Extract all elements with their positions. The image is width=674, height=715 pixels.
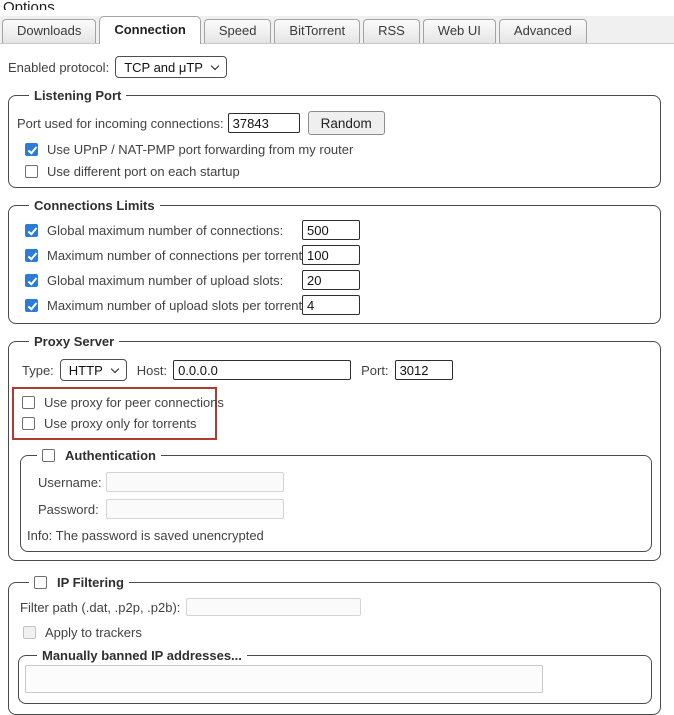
- banned-ips-textarea: [25, 665, 543, 693]
- proxy-config-row: Type: HTTP Host: Port:: [22, 359, 652, 381]
- tab-bar: Downloads Connection Speed BitTorrent RS…: [0, 16, 674, 44]
- listening-port-legend: Listening Port: [29, 88, 126, 103]
- proxy-server-section: Proxy Server Type: HTTP Host: Port: Use …: [8, 334, 661, 561]
- max-connections-per-torrent-row: Maximum number of connections per torren…: [25, 245, 652, 265]
- username-label: Username:: [38, 475, 100, 490]
- incoming-port-label: Port used for incoming connections:: [17, 116, 224, 131]
- upnp-label: Use UPnP / NAT-PMP port forwarding from …: [47, 142, 353, 157]
- enabled-protocol-label: Enabled protocol:: [8, 60, 109, 75]
- global-max-upload-slots-label: Global maximum number of upload slots:: [47, 273, 293, 288]
- global-max-connections-label: Global maximum number of connections:: [47, 223, 293, 238]
- incoming-port-input[interactable]: [228, 113, 300, 133]
- enabled-protocol-row: Enabled protocol: TCP and μTP: [8, 56, 666, 78]
- proxy-port-input[interactable]: [395, 360, 453, 380]
- chevron-down-icon: [111, 364, 119, 372]
- connections-limits-legend: Connections Limits: [29, 198, 160, 213]
- filter-path-row: Filter path (.dat, .p2p, .p2b):: [20, 598, 652, 616]
- tab-advanced[interactable]: Advanced: [499, 19, 587, 43]
- max-upload-slots-per-torrent-input[interactable]: [302, 295, 360, 315]
- tab-speed[interactable]: Speed: [204, 19, 272, 43]
- proxy-peer-connections-label: Use proxy for peer connections: [44, 395, 224, 410]
- upnp-checkbox[interactable]: [25, 143, 38, 156]
- connection-settings-panel: Enabled protocol: TCP and μTP Listening …: [0, 56, 674, 715]
- ip-filtering-legend: IP Filtering: [29, 575, 129, 590]
- global-max-upload-slots-row: Global maximum number of upload slots:: [25, 270, 652, 290]
- authentication-legend: Authentication: [37, 448, 161, 463]
- banned-ips-legend: Manually banned IP addresses...: [37, 648, 247, 663]
- proxy-type-label: Type:: [22, 363, 54, 378]
- different-port-row: Use different port on each startup: [25, 164, 652, 179]
- password-label: Password:: [38, 502, 100, 517]
- different-port-label: Use different port on each startup: [47, 164, 240, 179]
- enabled-protocol-select[interactable]: TCP and μTP: [115, 56, 227, 78]
- authentication-legend-label: Authentication: [65, 448, 156, 463]
- global-max-connections-checkbox[interactable]: [25, 224, 38, 237]
- username-input: [106, 472, 284, 492]
- enabled-protocol-value: TCP and μTP: [124, 60, 203, 75]
- proxy-host-label: Host:: [137, 363, 167, 378]
- proxy-type-select[interactable]: HTTP: [60, 359, 127, 381]
- chevron-down-icon: [211, 61, 219, 69]
- proxy-host-input[interactable]: [173, 360, 351, 380]
- banned-ips-section: Manually banned IP addresses...: [18, 648, 652, 704]
- password-input: [106, 499, 284, 519]
- filter-path-label: Filter path (.dat, .p2p, .p2b):: [20, 600, 180, 615]
- max-connections-per-torrent-input[interactable]: [302, 245, 360, 265]
- password-info-text: Info: The password is saved unencrypted: [27, 528, 643, 543]
- apply-to-trackers-row: Apply to trackers: [23, 625, 652, 640]
- tab-bittorrent[interactable]: BitTorrent: [274, 19, 360, 43]
- global-max-upload-slots-checkbox[interactable]: [25, 274, 38, 287]
- annotation-highlight-box: Use proxy for peer connections Use proxy…: [12, 387, 217, 440]
- proxy-only-torrents-row: Use proxy only for torrents: [22, 416, 215, 431]
- listening-port-section: Listening Port Port used for incoming co…: [8, 88, 661, 188]
- connections-limits-section: Connections Limits Global maximum number…: [8, 198, 661, 324]
- upnp-row: Use UPnP / NAT-PMP port forwarding from …: [25, 142, 652, 157]
- tab-webui[interactable]: Web UI: [423, 19, 496, 43]
- filter-path-input: [186, 598, 361, 616]
- global-max-upload-slots-input[interactable]: [302, 270, 360, 290]
- proxy-only-torrents-label: Use proxy only for torrents: [44, 416, 196, 431]
- max-connections-per-torrent-checkbox[interactable]: [25, 249, 38, 262]
- proxy-port-label: Port:: [361, 363, 388, 378]
- max-connections-per-torrent-label: Maximum number of connections per torren…: [47, 248, 293, 263]
- proxy-only-torrents-checkbox[interactable]: [22, 417, 35, 430]
- tab-connection[interactable]: Connection: [99, 16, 201, 44]
- ip-filtering-legend-label: IP Filtering: [57, 575, 124, 590]
- username-row: Username:: [38, 472, 643, 492]
- incoming-port-row: Port used for incoming connections: Rand…: [17, 111, 652, 135]
- tab-rss[interactable]: RSS: [363, 19, 420, 43]
- random-port-button[interactable]: Random: [308, 111, 385, 135]
- tab-downloads[interactable]: Downloads: [2, 19, 96, 43]
- apply-to-trackers-label: Apply to trackers: [45, 625, 142, 640]
- authentication-checkbox[interactable]: [42, 449, 55, 462]
- max-upload-slots-per-torrent-checkbox[interactable]: [25, 299, 38, 312]
- proxy-type-value: HTTP: [69, 363, 103, 378]
- password-row: Password:: [38, 499, 643, 519]
- apply-to-trackers-checkbox: [23, 626, 36, 639]
- proxy-peer-connections-checkbox[interactable]: [22, 396, 35, 409]
- max-upload-slots-per-torrent-row: Maximum number of upload slots per torre…: [25, 295, 652, 315]
- max-upload-slots-per-torrent-label: Maximum number of upload slots per torre…: [47, 298, 293, 313]
- window-title-bar: Options: [0, 0, 674, 10]
- proxy-server-legend: Proxy Server: [29, 334, 119, 349]
- page-title: Options: [3, 0, 55, 10]
- global-max-connections-input[interactable]: [302, 220, 360, 240]
- different-port-checkbox[interactable]: [25, 165, 38, 178]
- global-max-connections-row: Global maximum number of connections:: [25, 220, 652, 240]
- authentication-section: Authentication Username: Password: Info:…: [20, 448, 652, 552]
- ip-filtering-checkbox[interactable]: [34, 576, 47, 589]
- ip-filtering-section: IP Filtering Filter path (.dat, .p2p, .p…: [8, 575, 661, 715]
- proxy-peer-connections-row: Use proxy for peer connections: [22, 395, 215, 410]
